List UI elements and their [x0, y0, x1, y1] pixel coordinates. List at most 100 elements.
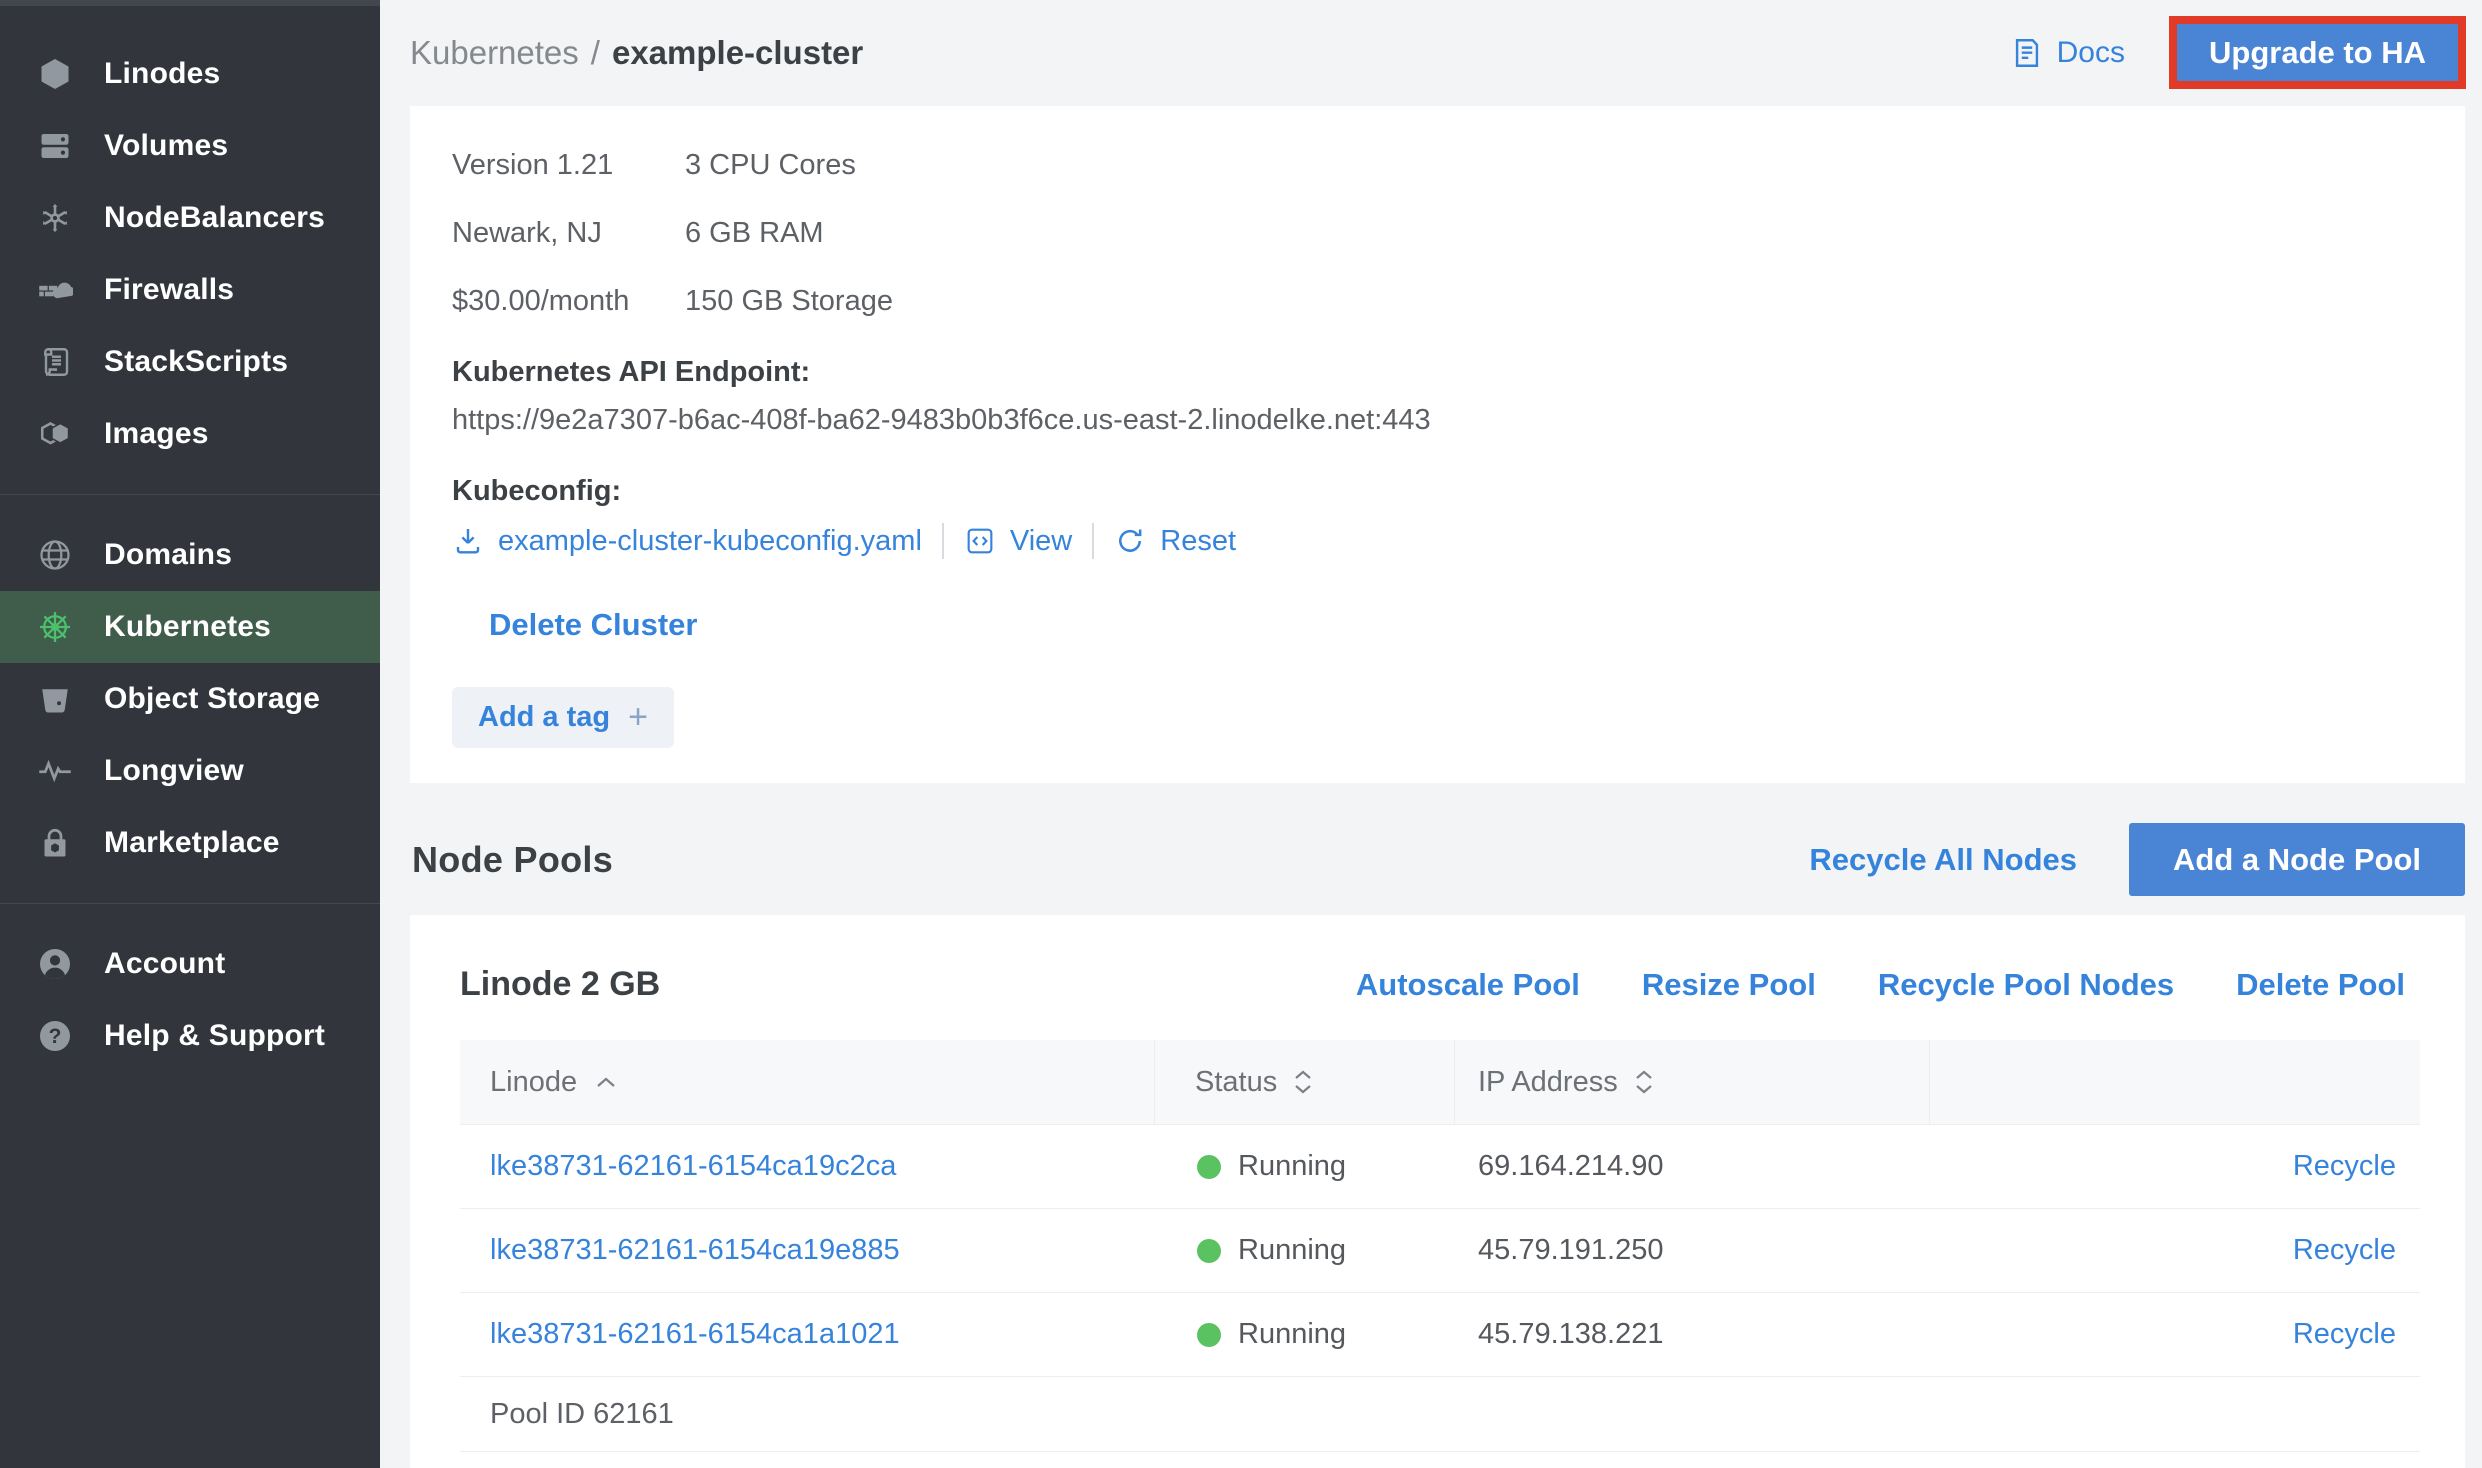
bucket-icon	[36, 680, 74, 718]
upgrade-to-ha-button[interactable]: Upgrade to HA	[2177, 24, 2458, 81]
sidebar-item-label: Kubernetes	[104, 610, 271, 644]
spec-storage: 150 GB Storage	[685, 284, 2425, 319]
recycle-pool-nodes-link[interactable]: Recycle Pool Nodes	[1878, 967, 2174, 1003]
docs-link[interactable]: Docs	[2010, 36, 2125, 70]
separator	[1092, 523, 1094, 559]
plus-icon: +	[628, 698, 648, 737]
sidebar-item-marketplace[interactable]: Marketplace	[0, 807, 380, 879]
sidebar-item-linodes[interactable]: Linodes	[0, 38, 380, 110]
sort-ascending-icon	[595, 1075, 617, 1089]
marketplace-bag-icon	[36, 824, 74, 862]
code-view-icon	[964, 525, 996, 557]
add-tag-row: Add a tag +	[452, 687, 2425, 748]
sort-both-icon	[1634, 1069, 1654, 1095]
sort-both-icon	[1293, 1069, 1313, 1095]
kubeconfig-download-link[interactable]: example-cluster-kubeconfig.yaml	[452, 525, 922, 558]
images-icon	[36, 415, 74, 453]
kubeconfig-view-link[interactable]: View	[964, 525, 1072, 558]
sidebar-item-label: Firewalls	[104, 273, 234, 307]
download-icon	[452, 525, 484, 557]
sidebar-item-domains[interactable]: Domains	[0, 519, 380, 591]
status-text: Running	[1238, 1234, 1346, 1267]
delete-cluster-row: Delete Cluster	[489, 607, 2425, 643]
sidebar-item-object-storage[interactable]: Object Storage	[0, 663, 380, 735]
sidebar-item-label: Help & Support	[104, 1019, 325, 1053]
delete-pool-link[interactable]: Delete Pool	[2236, 967, 2405, 1003]
status-running-dot	[1197, 1323, 1221, 1347]
recycle-node-link[interactable]: Recycle	[2293, 1234, 2396, 1266]
column-header-linode[interactable]: Linode	[460, 1040, 1155, 1124]
cluster-specs: Version 1.21 3 CPU Cores Newark, NJ 6 GB…	[452, 148, 2425, 319]
recycle-node-link[interactable]: Recycle	[2293, 1150, 2396, 1182]
node-ip: 45.79.191.250	[1455, 1234, 1930, 1267]
annotation-highlight-box: Upgrade to HA	[2169, 16, 2466, 89]
sidebar-item-images[interactable]: Images	[0, 398, 380, 470]
sidebar: Linodes Volumes NodeBalancers Firewalls	[0, 0, 380, 1468]
table-row: lke38731-62161-6154ca1a1021 Running 45.7…	[460, 1293, 2420, 1377]
nodebalancer-icon	[36, 199, 74, 237]
app-root: Linodes Volumes NodeBalancers Firewalls	[0, 0, 2482, 1468]
node-link[interactable]: lke38731-62161-6154ca19c2ca	[490, 1150, 896, 1182]
spec-ram: 6 GB RAM	[685, 216, 2425, 251]
breadcrumb-current-cluster: example-cluster	[612, 34, 863, 72]
nodes-table: Linode Status IP Address	[460, 1040, 2420, 1452]
breadcrumb-kubernetes-link[interactable]: Kubernetes	[410, 34, 579, 72]
api-endpoint-url: https://9e2a7307-b6ac-408f-ba62-9483b0b3…	[452, 403, 2425, 438]
kubeconfig-filename: example-cluster-kubeconfig.yaml	[498, 525, 922, 558]
column-header-status[interactable]: Status	[1155, 1040, 1455, 1124]
sidebar-item-label: StackScripts	[104, 345, 288, 379]
recycle-all-nodes-link[interactable]: Recycle All Nodes	[1809, 842, 2077, 878]
stackscripts-scroll-icon	[36, 343, 74, 381]
header-actions: Docs Upgrade to HA	[2010, 16, 2466, 89]
sidebar-item-label: NodeBalancers	[104, 201, 325, 235]
spec-version: Version 1.21	[452, 148, 685, 183]
node-link[interactable]: lke38731-62161-6154ca1a1021	[490, 1318, 900, 1350]
status-text: Running	[1238, 1150, 1346, 1183]
sidebar-item-account[interactable]: Account	[0, 928, 380, 1000]
table-row: lke38731-62161-6154ca19c2ca Running 69.1…	[460, 1125, 2420, 1209]
status-text: Running	[1238, 1318, 1346, 1351]
reset-label: Reset	[1160, 525, 1236, 558]
sidebar-item-stackscripts[interactable]: StackScripts	[0, 326, 380, 398]
column-header-ip-address[interactable]: IP Address	[1455, 1040, 1930, 1124]
node-pools-bar: Node Pools Recycle All Nodes Add a Node …	[410, 823, 2465, 896]
resize-pool-link[interactable]: Resize Pool	[1642, 967, 1816, 1003]
globe-icon	[36, 536, 74, 574]
add-tag-button[interactable]: Add a tag +	[452, 687, 674, 748]
sidebar-item-firewalls[interactable]: Firewalls	[0, 254, 380, 326]
sidebar-item-volumes[interactable]: Volumes	[0, 110, 380, 182]
main-content: Kubernetes / example-cluster Docs Upgrad…	[380, 0, 2482, 1468]
sidebar-group-account: Account ? Help & Support	[0, 928, 380, 1072]
sidebar-item-help-support[interactable]: ? Help & Support	[0, 1000, 380, 1072]
page-header: Kubernetes / example-cluster Docs Upgrad…	[410, 0, 2466, 105]
autoscale-pool-link[interactable]: Autoscale Pool	[1356, 967, 1580, 1003]
table-header-row: Linode Status IP Address	[460, 1040, 2420, 1125]
sidebar-divider	[0, 903, 380, 904]
spec-cpu: 3 CPU Cores	[685, 148, 2425, 183]
recycle-node-link[interactable]: Recycle	[2293, 1318, 2396, 1350]
node-link[interactable]: lke38731-62161-6154ca19e885	[490, 1234, 900, 1266]
help-question-icon: ?	[36, 1017, 74, 1055]
breadcrumb: Kubernetes / example-cluster	[410, 34, 863, 72]
account-person-icon	[36, 945, 74, 983]
volumes-icon	[36, 127, 74, 165]
kubeconfig-reset-link[interactable]: Reset	[1114, 525, 1236, 558]
sidebar-item-label: Images	[104, 417, 209, 451]
docs-label: Docs	[2057, 36, 2125, 70]
sidebar-item-nodebalancers[interactable]: NodeBalancers	[0, 182, 380, 254]
kubeconfig-label: Kubeconfig:	[452, 474, 2425, 509]
pool-id-footer: Pool ID 62161	[460, 1377, 2420, 1452]
pool-name: Linode 2 GB	[460, 965, 660, 1004]
sidebar-item-longview[interactable]: Longview	[0, 735, 380, 807]
view-label: View	[1010, 525, 1072, 558]
sidebar-divider	[0, 494, 380, 495]
delete-cluster-link[interactable]: Delete Cluster	[489, 607, 697, 642]
add-node-pool-button[interactable]: Add a Node Pool	[2129, 823, 2465, 896]
column-header-actions	[1930, 1040, 2420, 1124]
cluster-summary-panel: Version 1.21 3 CPU Cores Newark, NJ 6 GB…	[410, 106, 2465, 783]
spec-region: Newark, NJ	[452, 216, 685, 251]
node-ip: 45.79.138.221	[1455, 1318, 1930, 1351]
sidebar-item-kubernetes[interactable]: Kubernetes	[0, 591, 380, 663]
docs-document-icon	[2010, 36, 2044, 70]
node-ip: 69.164.214.90	[1455, 1150, 1930, 1183]
